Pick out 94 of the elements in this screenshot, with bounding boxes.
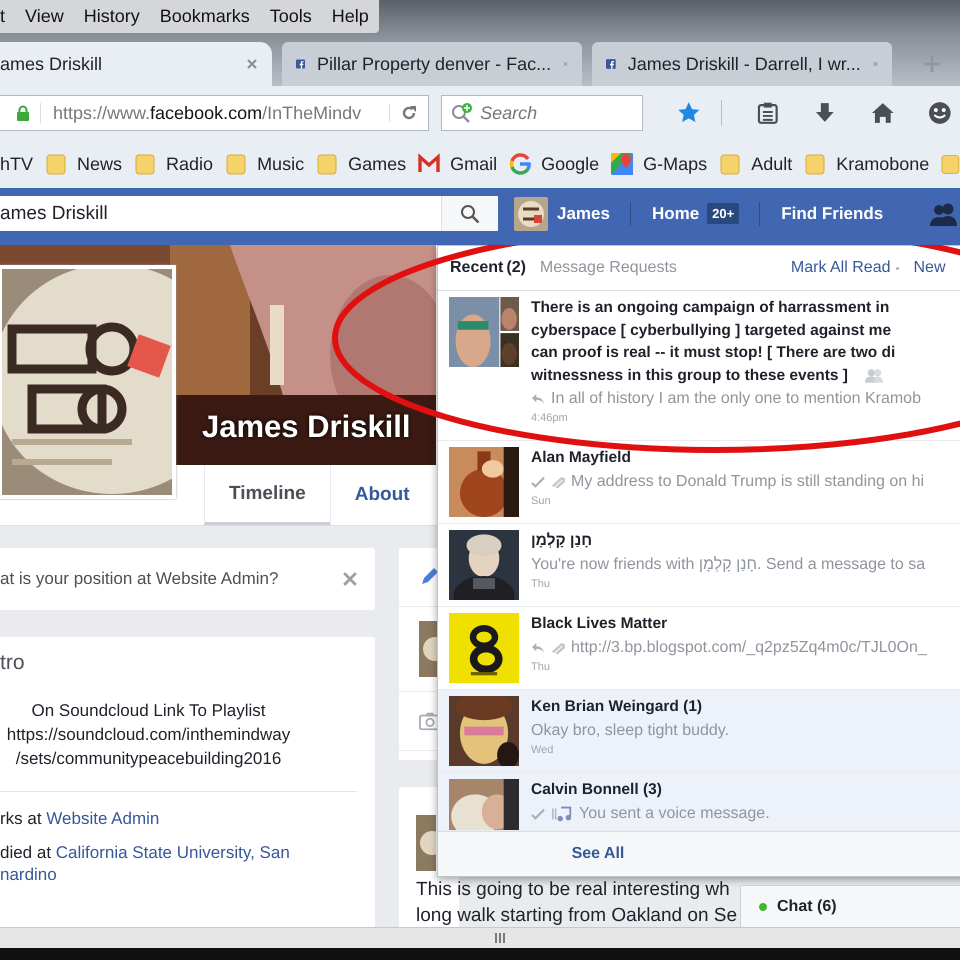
lock-icon: [16, 105, 30, 121]
folder-icon[interactable]: [719, 153, 742, 175]
bio-text: /sets/communitypeacebuilding2016: [16, 748, 282, 770]
separator-dot: [896, 266, 900, 270]
mail-icon[interactable]: [418, 153, 440, 175]
bookmark-link[interactable]: Games: [348, 154, 406, 174]
profile-tab[interactable]: Timeline: [204, 465, 330, 525]
grip-icon[interactable]: [493, 933, 507, 943]
folder-icon[interactable]: [941, 153, 960, 175]
messages-tab[interactable]: Recent (2): [450, 259, 526, 277]
thread-title: There is an ongoing campaign of harrassment in: [531, 299, 890, 318]
close-icon[interactable]: [343, 572, 357, 586]
menu-item[interactable]: t: [0, 6, 6, 27]
chat-tab[interactable]: Chat (6): [740, 885, 960, 927]
reload-icon[interactable]: [389, 104, 418, 122]
bio-text: On Soundcloud Link To Playlist: [31, 700, 266, 722]
thread-title: חָנַן קָלְמָן: [531, 532, 592, 550]
notification-count: 20+: [707, 203, 740, 224]
find-friends-link[interactable]: Find Friends: [781, 204, 884, 224]
detail-link[interactable]: Website Admin: [46, 809, 160, 828]
bookmark-link[interactable]: Radio: [166, 154, 214, 174]
message-preview: Okay bro, sleep tight buddy.: [531, 722, 730, 740]
thread-title: cyberspace [ cyberbullying ] targeted against me: [531, 322, 892, 340]
pencil-icon[interactable]: [419, 567, 439, 587]
google-icon[interactable]: [509, 153, 532, 175]
search-field[interactable]: ames Driskill: [0, 196, 441, 231]
timestamp: Sun: [531, 494, 552, 506]
prompt-text: at is your position at Website Admin?: [0, 569, 278, 589]
timestamp: Wed: [531, 744, 554, 756]
thread-title: Ken Brian Weingard (1): [531, 698, 702, 716]
message-thread[interactable]: Alan Mayfield My address to Donald Trump is still standing on hi Sun: [438, 441, 960, 524]
scrollbar[interactable]: [0, 927, 960, 948]
detail-link[interactable]: California State University, San: [56, 843, 290, 862]
action-link[interactable]: Mark All Read: [790, 259, 890, 277]
menu-item[interactable]: View: [25, 6, 64, 27]
detail-text: rks at Website Admin: [0, 808, 160, 830]
message-thread[interactable]: Ken Brian Weingard (1) Okay bro, sleep tight buddy. Wed: [438, 690, 960, 773]
message-thread[interactable]: [438, 291, 960, 441]
bookmark-link[interactable]: Music: [257, 154, 304, 174]
smiley-icon[interactable]: [928, 100, 952, 126]
detail-link[interactable]: nardino: [0, 865, 57, 884]
map-icon[interactable]: [611, 153, 634, 175]
bookmark-link[interactable]: Adult: [751, 154, 792, 174]
thread-title: can proof is real -- it must stop! [ There are two di: [531, 344, 896, 362]
timestamp: Thu: [531, 660, 551, 672]
bookmark-link[interactable]: G-Maps: [643, 154, 708, 174]
menu-item[interactable]: Bookmarks: [160, 6, 250, 27]
home-link[interactable]: Home: [652, 204, 700, 224]
message-preview: http://3.bp.blogspot.com/_q2pz5Zq4m0c/TJL0On_: [571, 638, 927, 656]
action-link[interactable]: New: [913, 259, 946, 277]
card-title: tro: [0, 651, 26, 675]
bookmark-link[interactable]: Kramobone: [836, 154, 930, 174]
browser-tab[interactable]: ames Driskill: [0, 42, 272, 86]
thread-title: witnessness in this group to these events ]: [531, 366, 848, 385]
home-icon[interactable]: [870, 100, 894, 126]
menu-item[interactable]: History: [84, 6, 140, 27]
see-all-link[interactable]: See All: [572, 845, 624, 863]
folder-icon[interactable]: [804, 153, 826, 175]
folder-icon[interactable]: [45, 153, 68, 175]
message-preview: You sent a voice message.: [579, 804, 770, 822]
folder-icon[interactable]: [134, 153, 156, 175]
timestamp: Thu: [531, 578, 551, 590]
menu-item[interactable]: Help: [332, 6, 369, 27]
message-thread[interactable]: Black Lives Matter http://3.bp.blogspot.com/_q2pz5Zq4m0c/TJL0On_ Thu: [438, 607, 960, 690]
browser-tab[interactable]: James Driskill - Darrell, I wr...: [592, 42, 892, 86]
timestamp: 4:46pm: [531, 412, 569, 424]
bookmark-link[interactable]: News: [77, 154, 122, 174]
search-icon: [460, 204, 480, 224]
search-field[interactable]: Search: [441, 95, 644, 131]
message-preview: In all of history I am the only one to mention Kramob: [551, 390, 921, 408]
bookmark-link[interactable]: Gmail: [450, 154, 498, 174]
message-preview: My address to Donald Trump is still standing on hi: [571, 472, 924, 490]
thread-title: Calvin Bonnell (3): [531, 781, 662, 800]
address-field[interactable]: https://www.facebook.com/InTheMindv: [0, 95, 430, 131]
post-text: This is going to be real interesting wh long walk starting from Oakland on Se: [416, 878, 738, 927]
thread-title: Black Lives Matter: [531, 615, 668, 634]
menu-item[interactable]: Tools: [270, 6, 312, 27]
close-icon[interactable]: [246, 58, 258, 70]
bookmark-link[interactable]: hTV: [0, 154, 34, 174]
message-thread[interactable]: Calvin Bonnell (3) You sent a voice message.: [438, 773, 960, 831]
browser-tab[interactable]: Pillar Property denver - Fac...: [282, 42, 582, 86]
profile-link[interactable]: James: [557, 204, 610, 224]
clipboard-icon[interactable]: [756, 100, 780, 126]
folder-icon[interactable]: [225, 153, 248, 175]
search-button[interactable]: [441, 196, 498, 231]
detail-text: died at California State University, San nardino: [0, 842, 291, 886]
profile-tab[interactable]: About: [330, 465, 434, 525]
new-tab-icon[interactable]: [924, 56, 940, 72]
bio-text: https://soundcloud.com/inthemindway: [6, 724, 290, 746]
folder-icon[interactable]: [316, 153, 338, 175]
friends-icon[interactable]: [929, 202, 960, 226]
message-preview: You're now friends with חָנַן קָלְמָן. Send a message to sa: [531, 556, 926, 574]
bookmark-link[interactable]: Google: [541, 154, 600, 174]
thread-title: Alan Mayfield: [531, 449, 631, 468]
